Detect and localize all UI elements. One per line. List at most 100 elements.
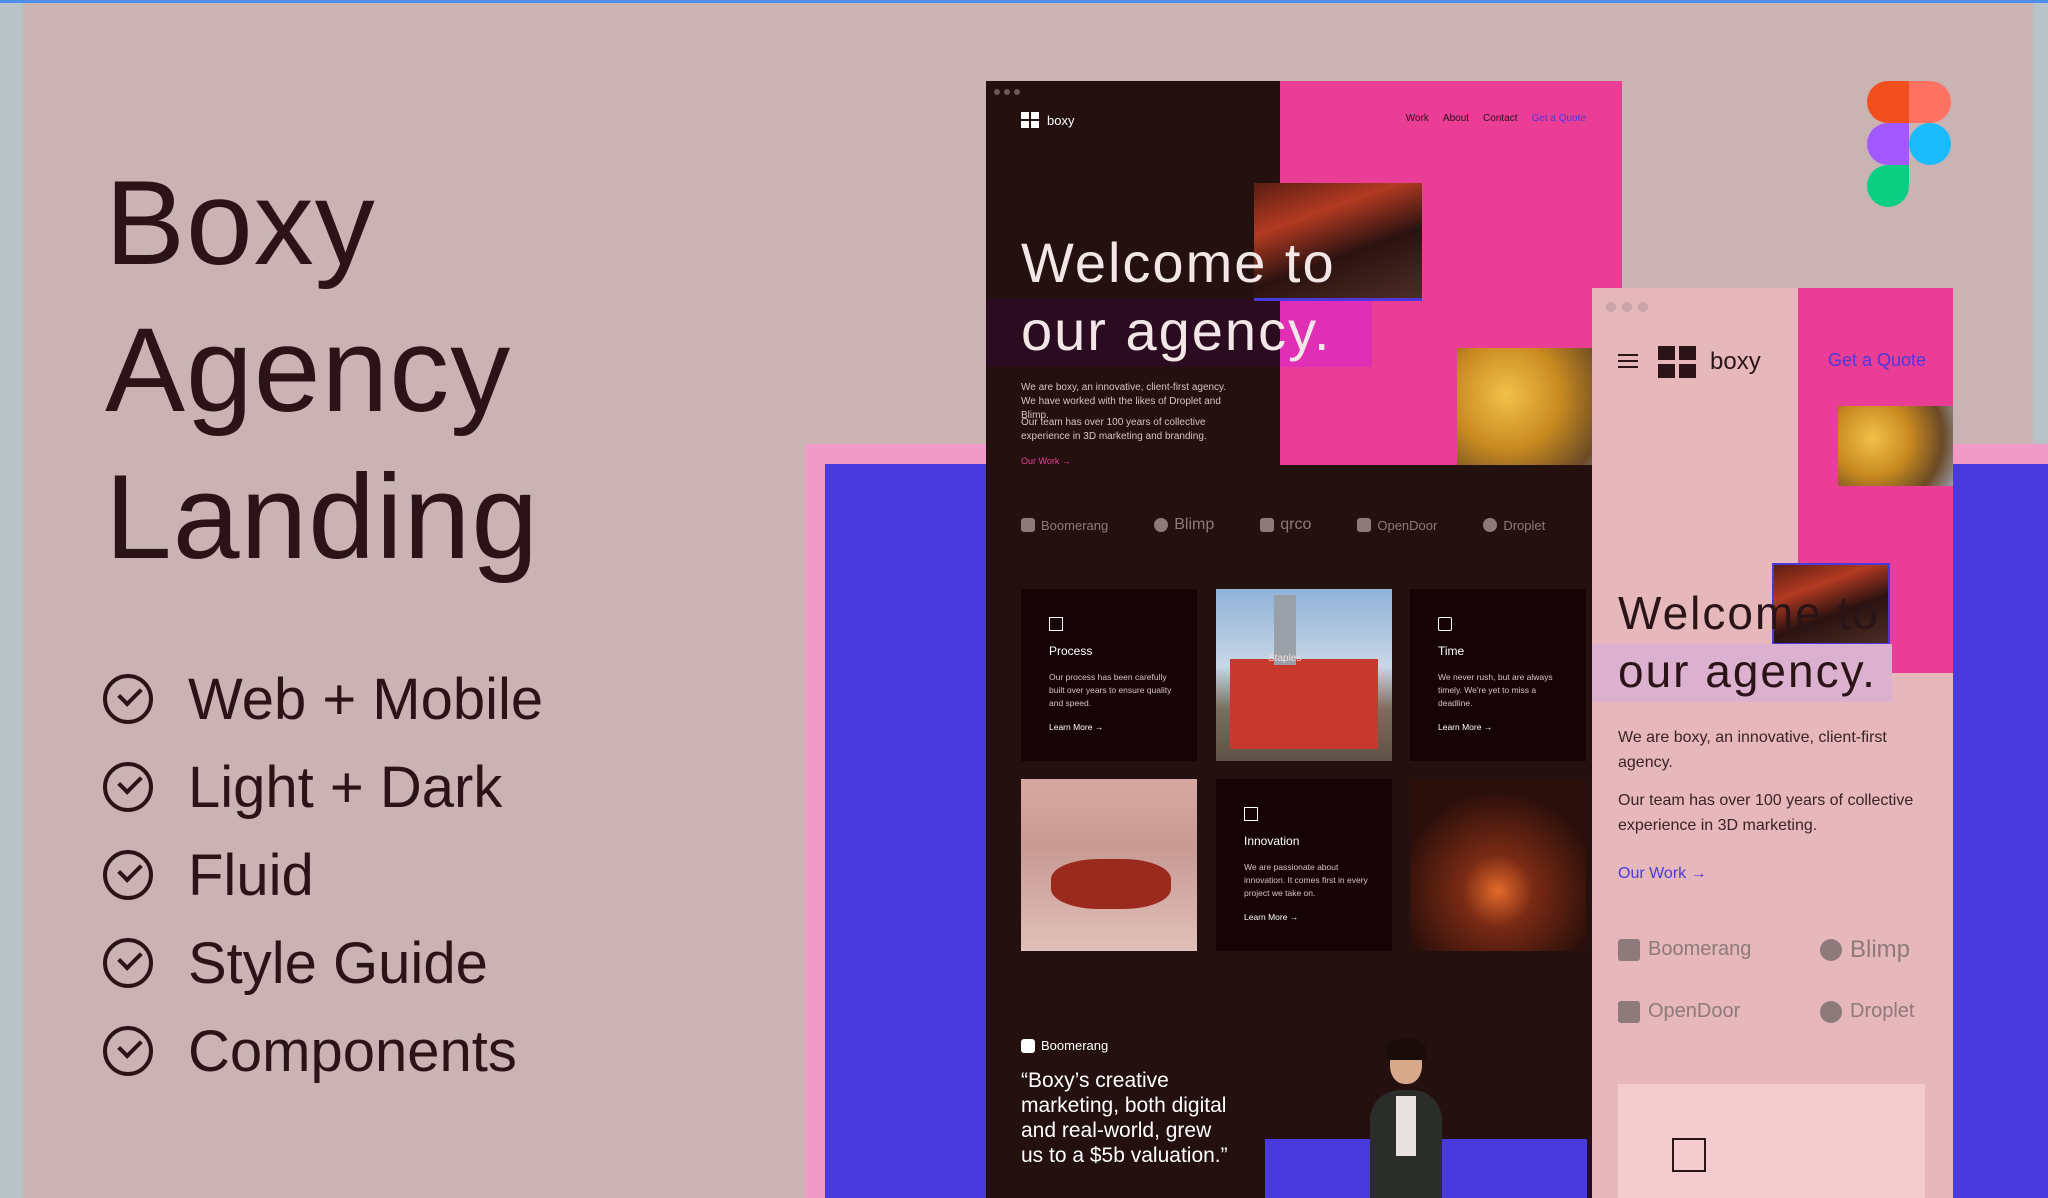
hero-line-1: Welcome to [1021, 231, 1336, 294]
qrco-icon [1260, 518, 1275, 532]
clock-icon [1438, 617, 1452, 631]
feature-item: Fluid [103, 831, 543, 919]
top-nav: Work About Contact Get a Quote [1406, 113, 1586, 124]
blimp-icon [1154, 518, 1169, 532]
figma-shape-purple [1867, 123, 1909, 165]
brand-label: Blimp [1850, 936, 1911, 963]
feature-item: Style Guide [103, 919, 543, 1007]
process-icon [1672, 1138, 1706, 1172]
figma-shape-salmon [1909, 81, 1951, 123]
card-text: Our process has been carefully built ove… [1049, 672, 1172, 708]
hero-line-2: our agency. [1021, 299, 1332, 362]
feature-item: Web + Mobile [103, 655, 543, 743]
person-shirt [1396, 1096, 1416, 1156]
opendoor-icon [1618, 1000, 1640, 1023]
feature-label: Style Guide [188, 930, 488, 996]
figma-shape-red [1867, 81, 1909, 123]
brand-label: Droplet [1850, 1000, 1915, 1022]
brand-label: OpenDoor [1648, 1000, 1741, 1022]
innovation-icon [1244, 807, 1258, 821]
check-circle-icon [103, 1026, 153, 1076]
testimonial-person-image [1366, 1038, 1446, 1198]
nav-contact[interactable]: Contact [1483, 113, 1517, 124]
learn-more-link[interactable]: Learn More → [1244, 912, 1298, 922]
octopus-render-image [1021, 779, 1197, 951]
hero-line-2: our agency. [1618, 645, 1877, 697]
figma-shape-green [1867, 165, 1909, 207]
testimonial-quote: “Boxy’s creative marketing, both digital… [1021, 1069, 1228, 1167]
card-title: Time [1438, 644, 1465, 658]
staples-label: Staples [1268, 653, 1302, 664]
card-text: We are passionate about innovation. It c… [1244, 862, 1368, 898]
feature-label: Fluid [188, 842, 314, 908]
feature-list: Web + Mobile Light + Dark Fluid Style Gu… [103, 655, 543, 1095]
red-building-shape [1230, 659, 1378, 749]
brand-droplet: Droplet [1820, 1000, 1914, 1023]
window-dots [1606, 302, 1648, 312]
title-line-3: Landing [105, 450, 540, 584]
brand-blimp: Blimp [1820, 936, 1910, 964]
testimonial-brand-name: Boomerang [1041, 1038, 1109, 1053]
boomerang-icon [1021, 518, 1035, 532]
window-dots [994, 89, 1020, 95]
mobile-mockup: boxy Get a Quote Welcome to our agency. … [1592, 288, 1953, 1198]
canvas-edge-left [0, 3, 23, 1198]
hero-heading: Welcome to our agency. [1021, 229, 1336, 365]
service-card-process[interactable]: Process Our process has been carefully b… [1021, 589, 1197, 761]
intro-paragraph-2: Our team has over 100 years of collectiv… [1021, 417, 1207, 442]
boomerang-icon [1618, 938, 1640, 961]
testimonial-brand: Boomerang [1021, 1038, 1108, 1053]
brand-label: Boomerang [1648, 938, 1752, 960]
brand-boomerang: Boomerang [1021, 516, 1108, 534]
mobile-intro-paragraph-2: Our team has over 100 years of collectiv… [1618, 792, 1914, 834]
check-circle-icon [103, 938, 153, 988]
check-circle-icon [103, 762, 153, 812]
logo-text: boxy [1047, 112, 1075, 128]
logo-text: boxy [1710, 348, 1761, 375]
service-card-time[interactable]: Time We never rush, but are always timel… [1410, 589, 1586, 761]
figma-logo-icon [1867, 81, 1952, 207]
learn-more-link[interactable]: Learn More → [1438, 722, 1492, 732]
boxy-logo[interactable]: boxy [1021, 112, 1074, 128]
our-work-link[interactable]: Our Work → [1021, 456, 1071, 466]
menu-icon[interactable] [1618, 354, 1638, 372]
figma-shape-blue [1909, 123, 1951, 165]
hero-line-1: Welcome to [1618, 587, 1881, 639]
droplet-icon [1483, 518, 1498, 532]
forest-render-image [1410, 779, 1586, 951]
boxy-logo-icon [1658, 346, 1696, 378]
card-title: Process [1049, 644, 1093, 658]
check-circle-icon [103, 674, 153, 724]
brand-opendoor: OpenDoor [1618, 1000, 1740, 1023]
brand-strip: Boomerang Blimp qrco OpenDoor Droplet [1021, 516, 1545, 534]
desktop-mockup: boxy Work About Contact Get a Quote Welc… [986, 81, 1622, 1198]
mobile-hero-heading: Welcome to our agency. [1618, 584, 1880, 700]
nav-get-a-quote[interactable]: Get a Quote [1532, 113, 1586, 124]
process-icon [1049, 617, 1063, 631]
mobile-service-card[interactable] [1618, 1084, 1925, 1198]
boxy-logo-icon [1021, 112, 1039, 128]
mobile-our-work-link[interactable]: Our Work → [1618, 865, 1707, 883]
feature-label: Light + Dark [188, 754, 503, 820]
get-a-quote-link[interactable]: Get a Quote [1828, 350, 1926, 371]
brand-qrco: qrco [1260, 516, 1311, 534]
check-circle-icon [103, 850, 153, 900]
card-title: Innovation [1244, 834, 1300, 848]
mobile-render-gold [1838, 406, 1953, 486]
page-title: Boxy Agency Landing [105, 150, 539, 591]
service-card-innovation[interactable]: Innovation We are passionate about innov… [1216, 779, 1392, 951]
mobile-intro-paragraph-1: We are boxy, an innovative, client-first… [1618, 729, 1887, 771]
octopus-shape [1051, 859, 1171, 909]
brand-opendoor: OpenDoor [1357, 516, 1437, 534]
blimp-icon [1820, 939, 1842, 961]
title-line-2: Agency [105, 303, 512, 437]
nav-work[interactable]: Work [1406, 113, 1429, 124]
nav-about[interactable]: About [1443, 113, 1469, 124]
title-line-1: Boxy [105, 156, 376, 290]
boxy-logo[interactable]: boxy [1658, 346, 1761, 378]
brand-blimp: Blimp [1154, 516, 1214, 534]
learn-more-link[interactable]: Learn More → [1049, 722, 1103, 732]
feature-item: Light + Dark [103, 743, 543, 831]
staples-render-image: Staples [1216, 589, 1392, 761]
brand-droplet: Droplet [1483, 516, 1545, 534]
